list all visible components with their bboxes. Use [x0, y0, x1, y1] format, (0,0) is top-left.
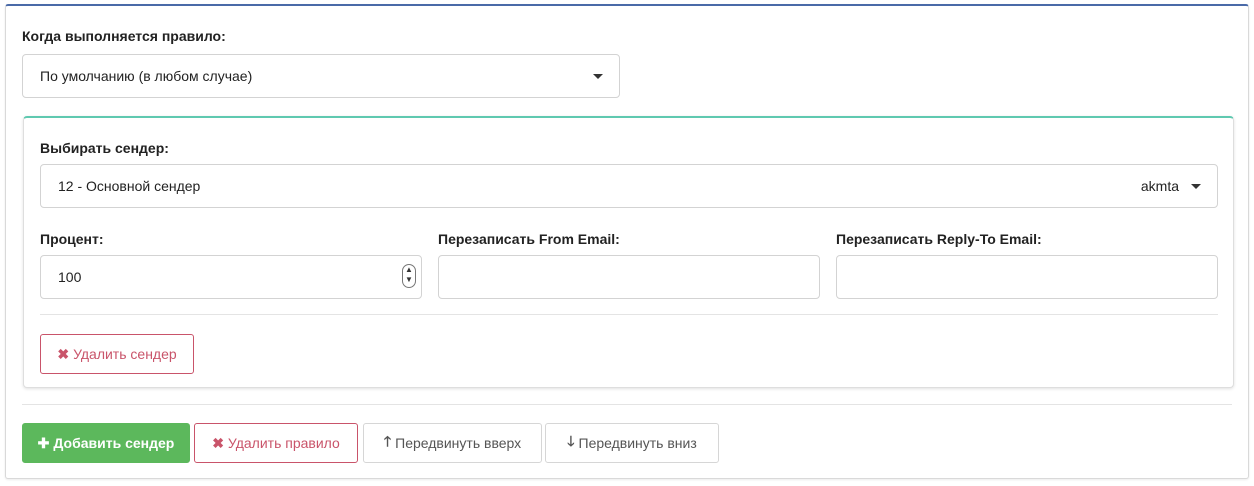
- sender-select-value: 12 - Основной сендер: [58, 178, 201, 194]
- delete-rule-button[interactable]: ✖ Удалить правило: [194, 423, 358, 463]
- plus-icon: ✚: [37, 434, 50, 451]
- divider: [22, 404, 1232, 405]
- move-down-label: Передвинуть вниз: [578, 435, 697, 451]
- rule-condition-label: Когда выполняется правило:: [22, 28, 226, 44]
- delete-sender-button[interactable]: ✖ Удалить сендер: [40, 334, 194, 374]
- spinner-icon[interactable]: ▲ ▼: [402, 264, 416, 288]
- move-down-button[interactable]: 🡓 Передвинуть вниз: [545, 423, 719, 463]
- sender-select[interactable]: 12 - Основной сендер akmta: [40, 164, 1218, 208]
- percent-label: Процент:: [40, 231, 104, 247]
- move-up-label: Передвинуть вверх: [395, 435, 522, 451]
- add-sender-button[interactable]: ✚ Добавить сендер: [22, 423, 190, 463]
- arrow-up-icon: 🡑: [383, 433, 392, 449]
- sender-panel: Выбирать сендер: 12 - Основной сендер ak…: [23, 116, 1234, 388]
- sender-select-tag: akmta: [1140, 178, 1179, 194]
- reply-to-email-label: Перезаписать Reply-To Email:: [836, 231, 1042, 247]
- caret-down-icon: [1191, 184, 1201, 189]
- reply-to-email-input[interactable]: [836, 255, 1218, 299]
- delete-rule-label: Удалить правило: [227, 435, 340, 451]
- from-email-label: Перезаписать From Email:: [438, 231, 620, 247]
- divider: [40, 314, 1218, 315]
- delete-sender-label: Удалить сендер: [73, 346, 177, 362]
- rule-condition-value: По умолчанию (в любом случае): [40, 68, 253, 84]
- from-email-input[interactable]: [438, 255, 820, 299]
- rule-panel: Когда выполняется правило: По умолчанию …: [5, 4, 1249, 479]
- times-icon: ✖: [212, 434, 224, 451]
- move-up-button[interactable]: 🡑 Передвинуть вверх: [363, 423, 542, 463]
- rule-condition-select[interactable]: По умолчанию (в любом случае): [22, 54, 620, 98]
- add-sender-label: Добавить сендер: [53, 435, 175, 451]
- percent-field[interactable]: ▲▼: [40, 255, 422, 299]
- caret-down-icon: [593, 74, 603, 79]
- times-icon: ✖: [57, 345, 70, 362]
- percent-input[interactable]: [40, 255, 422, 299]
- arrow-down-icon: 🡓: [567, 433, 575, 449]
- sender-select-label: Выбирать сендер:: [40, 140, 169, 156]
